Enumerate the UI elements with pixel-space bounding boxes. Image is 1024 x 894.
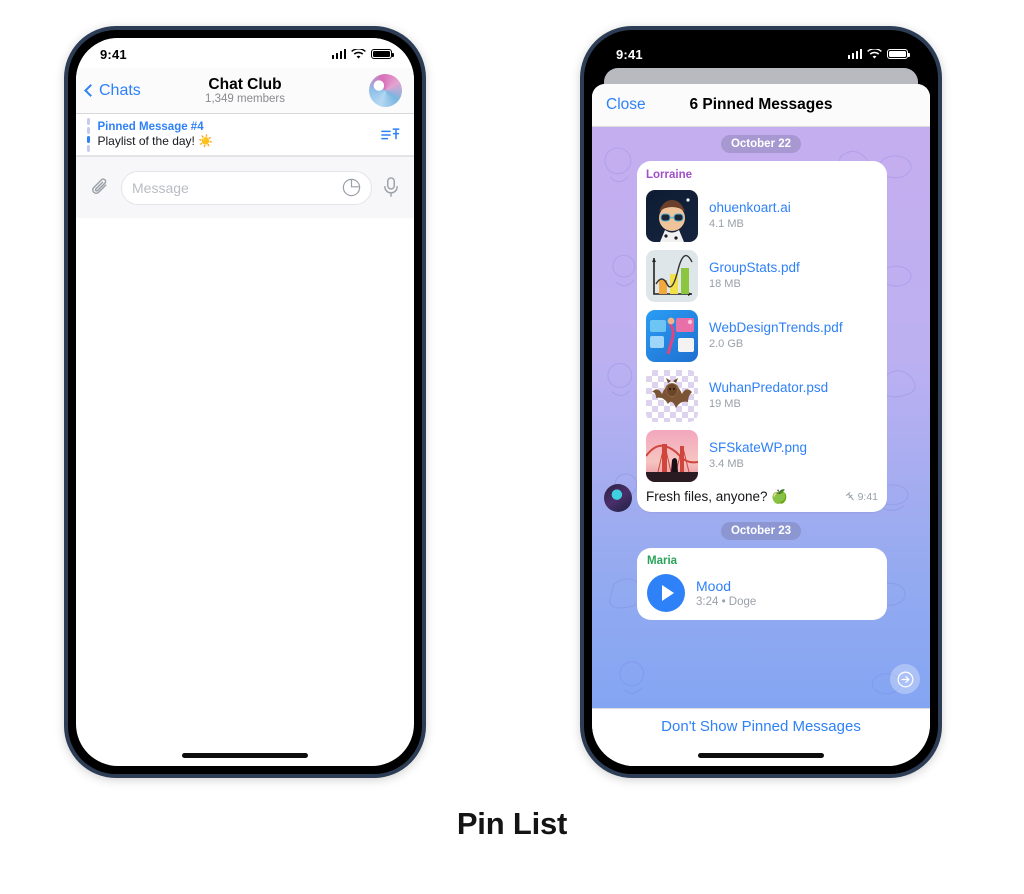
- status-bar-left: 9:41: [76, 38, 414, 68]
- sender-name: Lorraine: [646, 169, 693, 181]
- list-item[interactable]: SFSkateWP.png 3.4 MB: [646, 426, 878, 486]
- audio-subtitle: 3:24 • Doge: [696, 595, 757, 608]
- back-label: Chats: [99, 81, 141, 99]
- phone-right: 9:41 Close 6 Pinned Messages October 22 …: [580, 26, 942, 778]
- battery-icon: [371, 48, 394, 60]
- chevron-left-icon: [84, 84, 97, 97]
- file-size: 18 MB: [709, 277, 741, 290]
- file-size: 19 MB: [709, 397, 741, 410]
- status-bar-right: 9:41: [592, 38, 930, 68]
- pinned-message-banner[interactable]: Pinned Message #4 Playlist of the day! ☀…: [76, 114, 414, 156]
- sender-name: Maria: [647, 554, 678, 567]
- list-item[interactable]: ohuenkoart.ai 4.1 MB: [646, 186, 878, 246]
- status-time: 9:41: [616, 46, 643, 62]
- wifi-icon: [351, 48, 366, 59]
- webdesign-thumb: [646, 309, 698, 362]
- chat-navbar: Chats Chat Club 1,349 members: [76, 68, 414, 114]
- caption-text: Fresh files, anyone? 🍏: [646, 488, 789, 504]
- status-icons: [331, 48, 394, 60]
- file-list-bubble[interactable]: Lorraine ohuenkoart.ai 4.1 MB GroupStats…: [637, 161, 887, 512]
- file-name: GroupStats.pdf: [709, 260, 800, 276]
- status-time: 9:41: [100, 46, 127, 62]
- file-size: 3.4 MB: [709, 457, 744, 470]
- portrait-illustration-thumb: [646, 189, 698, 242]
- date-separator: October 23: [720, 521, 802, 540]
- audio-title: Mood: [696, 578, 732, 595]
- pinned-message-preview: Playlist of the day! ☀️: [97, 134, 214, 149]
- microphone-icon[interactable]: [381, 176, 401, 199]
- pinned-messages-sheet: Close 6 Pinned Messages October 22 Lorra…: [592, 84, 930, 766]
- pinned-message-audio[interactable]: Maria Mood 3:24 • Doge: [637, 547, 922, 621]
- chart-thumb: [646, 249, 698, 302]
- message-time: 9:41: [857, 490, 878, 503]
- phone-left-screen: 9:41 Chats Chat Club 1,349 members Pinne…: [76, 38, 414, 766]
- file-name: WebDesignTrends.pdf: [709, 320, 843, 336]
- date-separator: October 22: [720, 135, 802, 153]
- pin-icon: [845, 491, 854, 500]
- file-size: 2.0 GB: [709, 337, 744, 350]
- screenshot-stage: 9:41 Chats Chat Club 1,349 members Pinne…: [0, 0, 1024, 894]
- pinned-message-files[interactable]: Lorraine ohuenkoart.ai 4.1 MB GroupStats…: [604, 161, 922, 512]
- bat-thumb: [646, 369, 698, 422]
- file-name: SFSkateWP.png: [709, 440, 808, 456]
- audio-bubble[interactable]: Maria Mood 3:24 • Doge: [637, 547, 887, 621]
- list-item[interactable]: GroupStats.pdf 18 MB: [646, 246, 878, 306]
- paperclip-icon[interactable]: [89, 176, 112, 199]
- pinned-list-scroll[interactable]: October 22 Lorraine ohuenkoart.ai 4.1 MB…: [592, 127, 930, 708]
- message-composer: Message: [76, 156, 414, 218]
- search-input[interactable]: Message: [121, 170, 372, 205]
- message-caption: Fresh files, anyone? 🍏 9:41: [646, 486, 878, 507]
- page-caption: Pin List: [456, 806, 568, 841]
- avatar[interactable]: [369, 74, 402, 107]
- pinned-message-title: Pinned Message #4: [97, 120, 204, 133]
- message-meta: 9:41: [845, 491, 878, 503]
- phone-left: 9:41 Chats Chat Club 1,349 members Pinne…: [64, 26, 426, 778]
- golden-gate-thumb: [646, 429, 698, 482]
- scroll-down-icon[interactable]: [890, 664, 920, 694]
- battery-icon: [887, 48, 910, 60]
- pin-list-icon[interactable]: [380, 125, 402, 145]
- avatar[interactable]: [604, 483, 632, 512]
- file-name: WuhanPredator.psd: [709, 380, 829, 396]
- status-icons: [847, 48, 910, 60]
- phone-right-screen: 9:41 Close 6 Pinned Messages October 22 …: [592, 38, 930, 766]
- home-indicator: [698, 753, 824, 758]
- file-name: ohuenkoart.ai: [709, 200, 791, 216]
- wifi-icon: [867, 48, 882, 59]
- pin-index-ticks: [87, 117, 90, 152]
- cellular-bars-icon: [847, 49, 862, 59]
- file-size: 4.1 MB: [709, 217, 744, 230]
- close-button[interactable]: Close: [606, 96, 646, 114]
- pinned-message-text: Pinned Message #4 Playlist of the day! ☀…: [98, 120, 373, 149]
- message-input-placeholder: Message: [132, 179, 189, 196]
- play-icon[interactable]: [647, 574, 685, 613]
- phone-right-bezel: 9:41 Close 6 Pinned Messages October 22 …: [584, 30, 938, 774]
- list-item[interactable]: WuhanPredator.psd 19 MB: [646, 366, 878, 426]
- home-indicator: [182, 753, 308, 758]
- back-to-chats-button[interactable]: Chats: [84, 81, 141, 100]
- list-item[interactable]: WebDesignTrends.pdf 2.0 GB: [646, 306, 878, 366]
- sheet-navbar: Close 6 Pinned Messages: [592, 84, 930, 127]
- sticker-icon[interactable]: [342, 178, 361, 197]
- pinned-groups: October 22 Lorraine ohuenkoart.ai 4.1 MB…: [592, 127, 930, 708]
- cellular-bars-icon: [331, 49, 346, 59]
- phone-left-bezel: 9:41 Chats Chat Club 1,349 members Pinne…: [68, 30, 422, 774]
- dont-show-pinned-button[interactable]: Don't Show Pinned Messages: [661, 718, 861, 735]
